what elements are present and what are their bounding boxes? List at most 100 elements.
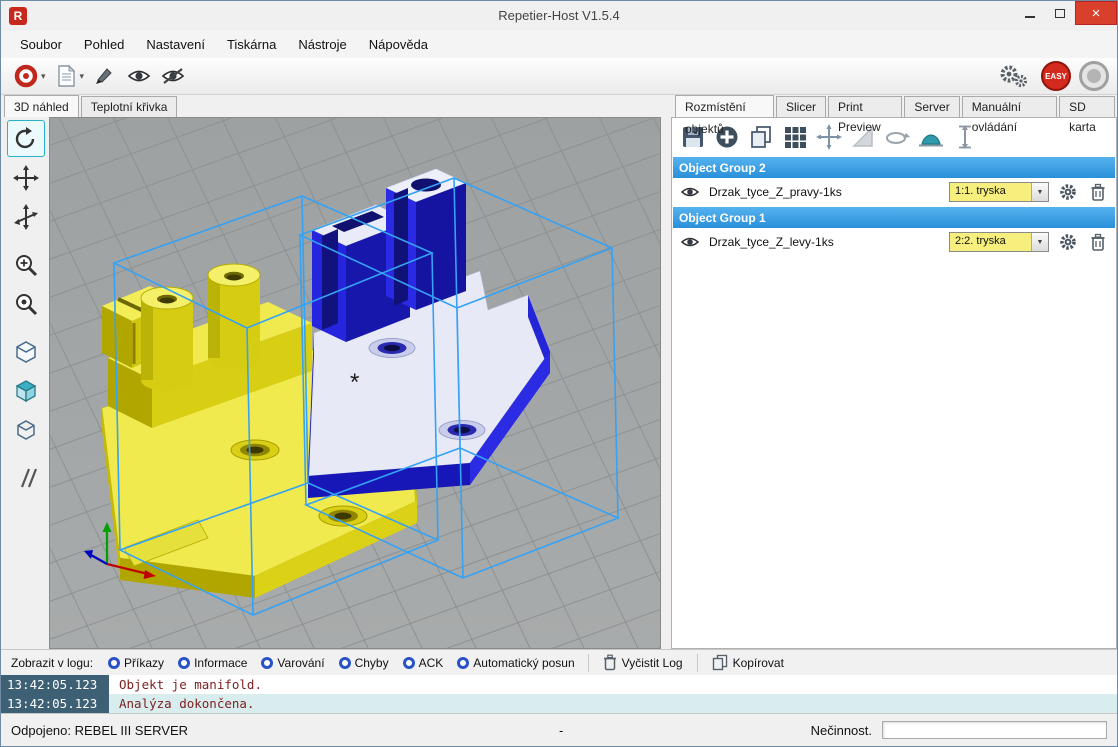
tab-sd-karta[interactable]: SD karta bbox=[1059, 96, 1115, 117]
copy-objects-button[interactable] bbox=[747, 124, 774, 151]
view-front-button[interactable] bbox=[7, 372, 45, 409]
delete-object-button[interactable] bbox=[1087, 231, 1109, 253]
separator bbox=[697, 654, 698, 672]
cube-teal-icon bbox=[13, 378, 39, 404]
eye-icon bbox=[126, 66, 152, 86]
view-isometric-button[interactable] bbox=[7, 333, 45, 370]
status-center: - bbox=[559, 723, 563, 738]
menu-nastaveni[interactable]: Nastavení bbox=[135, 32, 216, 57]
separator bbox=[588, 654, 589, 672]
menu-tiskarna[interactable]: Tiskárna bbox=[216, 32, 287, 57]
object-row[interactable]: Drzak_tyce_Z_pravy-1ks 1:1. tryska ▼ bbox=[672, 178, 1116, 206]
extruder-select[interactable]: 1:1. tryska ▼ bbox=[949, 182, 1049, 202]
rotate-view-button[interactable] bbox=[7, 120, 45, 157]
tab-print-preview[interactable]: Print Preview bbox=[828, 96, 902, 117]
pencil-icon bbox=[92, 63, 118, 89]
view-tool-column bbox=[3, 117, 49, 649]
menu-nastroje[interactable]: Nástroje bbox=[287, 32, 357, 57]
auto-arrange-button[interactable] bbox=[781, 124, 808, 151]
tab-3d-nahled[interactable]: 3D náhled bbox=[4, 95, 79, 117]
trash-icon bbox=[1090, 233, 1106, 252]
object-name: Drzak_tyce_Z_pravy-1ks bbox=[709, 185, 842, 199]
tab-slicer[interactable]: Slicer bbox=[776, 96, 826, 117]
log-message: Objekt je manifold. bbox=[109, 675, 262, 694]
tab-server[interactable]: Server bbox=[904, 96, 959, 117]
teal-dome-icon bbox=[917, 124, 944, 150]
extruder-select[interactable]: 2:2. tryska ▼ bbox=[949, 232, 1049, 252]
toggle-prikazy[interactable]: Příkazy bbox=[101, 654, 171, 672]
cube-wire2-icon bbox=[13, 417, 39, 443]
emergency-stop-button[interactable] bbox=[1079, 61, 1109, 91]
connect-button[interactable]: ▾ bbox=[9, 60, 50, 92]
easy-mode-button[interactable]: EASY bbox=[1041, 61, 1071, 91]
log-filter-label: Zobrazit v logu: bbox=[11, 656, 93, 670]
radio-icon bbox=[261, 657, 273, 669]
four-arrows-icon bbox=[13, 165, 39, 191]
toggle-ack[interactable]: ACK bbox=[396, 654, 451, 672]
3d-viewport[interactable]: * bbox=[49, 117, 661, 649]
tab-teplotni-krivka[interactable]: Teplotní křivka bbox=[81, 96, 178, 117]
log-row: 13:42:05.123 Objekt je manifold. bbox=[1, 675, 1117, 694]
chevron-down-icon: ▼ bbox=[1031, 183, 1048, 201]
edit-object-button[interactable] bbox=[88, 60, 122, 92]
log-output: 13:42:05.123 Objekt je manifold. 13:42:0… bbox=[1, 675, 1117, 713]
toggle-informace[interactable]: Informace bbox=[171, 654, 254, 672]
group-title: Object Group 2 bbox=[679, 161, 766, 175]
object-toolbar bbox=[672, 118, 1116, 156]
printer-settings-button[interactable] bbox=[993, 59, 1033, 93]
minimize-icon bbox=[1025, 16, 1035, 18]
toggle-label: ACK bbox=[419, 656, 444, 670]
visibility-button[interactable] bbox=[679, 181, 701, 203]
menu-napoveda[interactable]: Nápověda bbox=[358, 32, 439, 57]
magnifier-icon bbox=[13, 291, 39, 317]
close-button[interactable]: × bbox=[1075, 1, 1117, 25]
gear-icon bbox=[1058, 232, 1078, 252]
toggle-chyby[interactable]: Chyby bbox=[332, 654, 396, 672]
radio-icon bbox=[457, 657, 469, 669]
load-button[interactable]: ▾ bbox=[50, 60, 89, 92]
view-top-button[interactable] bbox=[7, 411, 45, 448]
object-group-header[interactable]: Object Group 1 bbox=[673, 207, 1115, 228]
delete-object-button[interactable] bbox=[1087, 181, 1109, 203]
extruder-value: 1:1. tryska bbox=[950, 183, 1031, 201]
panel-splitter[interactable] bbox=[661, 95, 671, 649]
toggle-automaticky-posun[interactable]: Automatický posun bbox=[450, 654, 581, 672]
object-settings-button[interactable] bbox=[1057, 181, 1079, 203]
mirror-object-button[interactable] bbox=[883, 124, 910, 151]
object-row[interactable]: Drzak_tyce_Z_levy-1ks 2:2. tryska ▼ bbox=[672, 228, 1116, 256]
right-panel-tabs: Rozmístění objektů Slicer Print Preview … bbox=[675, 95, 1117, 117]
move-viewpoint-button[interactable] bbox=[7, 198, 45, 235]
tab-manualni-ovladani[interactable]: Manuální ovládání bbox=[962, 96, 1057, 117]
object-name: Drzak_tyce_Z_levy-1ks bbox=[709, 235, 834, 249]
object-group-header[interactable]: Object Group 2 bbox=[673, 157, 1115, 178]
clear-log-button[interactable]: Vyčistit Log bbox=[595, 652, 691, 673]
copy-icon bbox=[712, 654, 728, 671]
zoom-in-button[interactable] bbox=[7, 246, 45, 283]
show-filament-button[interactable] bbox=[122, 63, 156, 89]
menu-pohled[interactable]: Pohled bbox=[73, 32, 135, 57]
hide-travel-button[interactable] bbox=[156, 63, 190, 89]
maximize-button[interactable] bbox=[1045, 1, 1075, 25]
toggle-perspective-button[interactable] bbox=[7, 459, 45, 496]
eye-icon bbox=[680, 185, 700, 199]
eye-icon bbox=[680, 235, 700, 249]
copy-log-button[interactable]: Kopírovat bbox=[704, 652, 792, 673]
gears-icon bbox=[997, 62, 1029, 90]
app-window: R Repetier-Host V1.5.4 × Soubor Pohled N… bbox=[0, 0, 1118, 747]
drop-object-button[interactable] bbox=[917, 124, 944, 151]
object-settings-button[interactable] bbox=[1057, 231, 1079, 253]
pan-view-button[interactable] bbox=[7, 159, 45, 196]
tab-rozmisteni-objektu[interactable]: Rozmístění objektů bbox=[675, 95, 774, 117]
radio-icon bbox=[403, 657, 415, 669]
log-timestamp: 13:42:05.123 bbox=[1, 675, 109, 694]
zoom-fit-button[interactable] bbox=[7, 285, 45, 322]
menu-soubor[interactable]: Soubor bbox=[9, 32, 73, 57]
group-title: Object Group 1 bbox=[679, 211, 766, 225]
rotate-icon bbox=[13, 126, 39, 152]
visibility-button[interactable] bbox=[679, 231, 701, 253]
toggle-label: Chyby bbox=[355, 656, 389, 670]
radio-icon bbox=[178, 657, 190, 669]
minimize-button[interactable] bbox=[1015, 1, 1045, 25]
toggle-varovani[interactable]: Varování bbox=[254, 654, 331, 672]
toggle-label: Příkazy bbox=[124, 656, 164, 670]
